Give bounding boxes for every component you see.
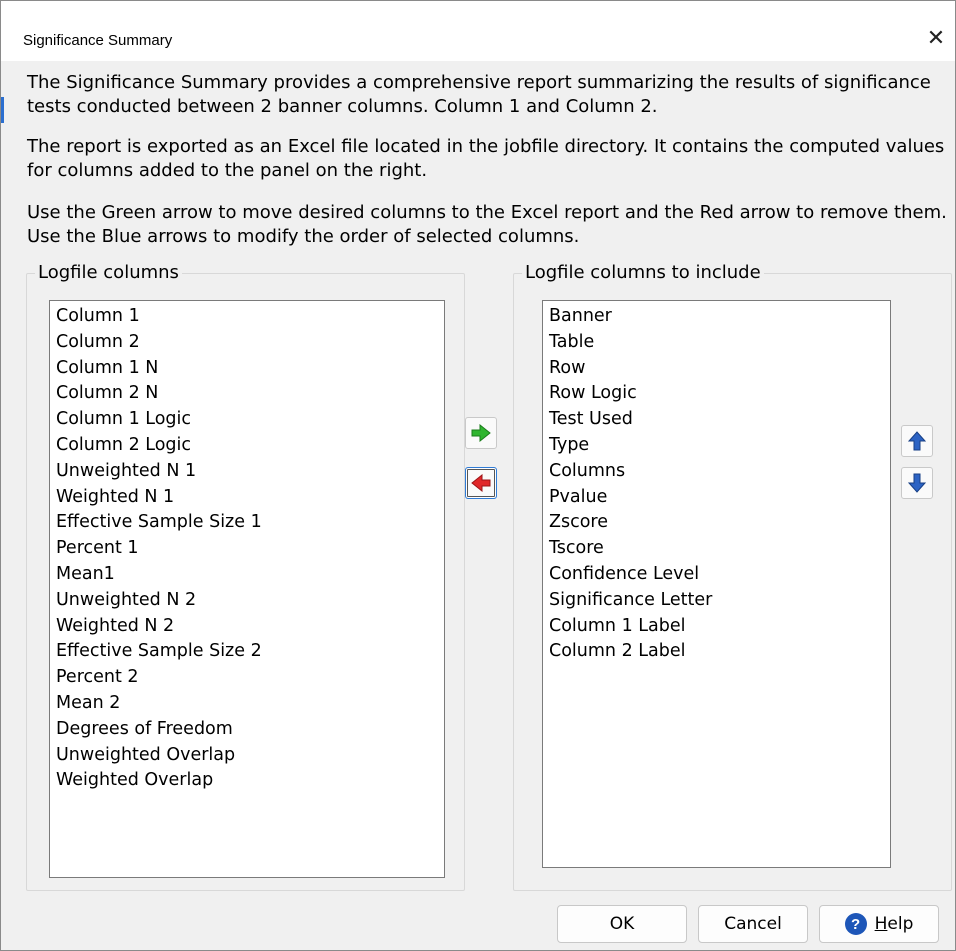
list-item[interactable]: Confidence Level [549,562,890,588]
move-up-button[interactable] [901,425,933,457]
title-bar: Significance Summary ✕ [1,1,955,61]
available-columns-listbox[interactable]: Column 1 Column 2 Column 1 N Column 2 N Colu… [49,300,445,878]
list-item[interactable]: Column 1 Logic [56,407,444,433]
blue-up-arrow-icon [908,431,926,451]
blue-down-arrow-icon [908,473,926,493]
list-item[interactable]: Percent 1 [56,536,444,562]
logfile-columns-group: Logfile columns Column 1 Column 2 Column 1… [26,261,465,891]
list-item[interactable]: Zscore [549,510,890,536]
description-paragraph-3: Use the Green arrow to move desired colu… [27,202,947,247]
list-item[interactable]: Unweighted N 2 [56,588,444,614]
available-columns-list: Column 1 Column 2 Column 1 N Column 2 N Colu… [50,301,444,794]
list-item[interactable]: Significance Letter [549,588,890,614]
columns-to-include-group: Logfile columns to include Banner Table Ro… [513,261,952,891]
green-right-arrow-icon [471,424,491,442]
list-item[interactable]: Mean 2 [56,691,444,717]
list-item[interactable]: Test Used [549,407,890,433]
ok-button[interactable]: OK [557,905,687,943]
list-item[interactable]: Effective Sample Size 2 [56,639,444,665]
list-item[interactable]: Weighted N 2 [56,614,444,640]
significance-summary-dialog: Significance Summary ✕ The Significance … [0,0,956,951]
selected-columns-listbox[interactable]: Banner Table Row Row Logic Test Used Type Colu… [542,300,891,868]
list-item[interactable]: Weighted Overlap [56,768,444,794]
list-item[interactable]: Weighted N 1 [56,485,444,511]
list-item[interactable]: Degrees of Freedom [56,717,444,743]
list-item[interactable]: Column 1 [56,304,444,330]
cancel-button[interactable]: Cancel [698,905,808,943]
help-label: Help [874,914,914,934]
description-paragraph-2: The report is exported as an Excel file … [27,136,945,181]
list-item[interactable]: Column 1 Label [549,614,890,640]
columns-to-include-label: Logfile columns to include [522,261,764,285]
list-item[interactable]: Unweighted Overlap [56,743,444,769]
window-edge-accent [1,97,4,123]
add-column-button[interactable] [465,417,497,449]
help-button[interactable]: ? Help [819,905,939,943]
list-item[interactable]: Table [549,330,890,356]
list-item[interactable]: Effective Sample Size 1 [56,510,444,536]
selected-columns-list: Banner Table Row Row Logic Test Used Type Colu… [543,301,890,665]
list-item[interactable]: Row Logic [549,381,890,407]
help-icon: ? [844,913,867,935]
logfile-columns-label: Logfile columns [35,261,182,285]
move-down-button[interactable] [901,467,933,499]
list-item[interactable]: Banner [549,304,890,330]
list-item[interactable]: Row [549,356,890,382]
list-item[interactable]: Column 2 [56,330,444,356]
list-item[interactable]: Columns [549,459,890,485]
remove-column-button[interactable] [465,467,497,499]
red-left-arrow-icon [471,474,491,492]
description-paragraph-1: The Significance Summary provides a comp… [27,72,931,117]
list-item[interactable]: Pvalue [549,485,890,511]
close-icon[interactable]: ✕ [923,25,949,51]
list-item[interactable]: Column 2 Logic [56,433,444,459]
list-item[interactable]: Type [549,433,890,459]
list-item[interactable]: Percent 2 [56,665,444,691]
list-item[interactable]: Tscore [549,536,890,562]
list-item[interactable]: Column 2 Label [549,639,890,665]
list-item[interactable]: Unweighted N 1 [56,459,444,485]
window-title: Significance Summary [23,32,173,49]
list-item[interactable]: Mean1 [56,562,444,588]
list-item[interactable]: Column 2 N [56,381,444,407]
list-item[interactable]: Column 1 N [56,356,444,382]
